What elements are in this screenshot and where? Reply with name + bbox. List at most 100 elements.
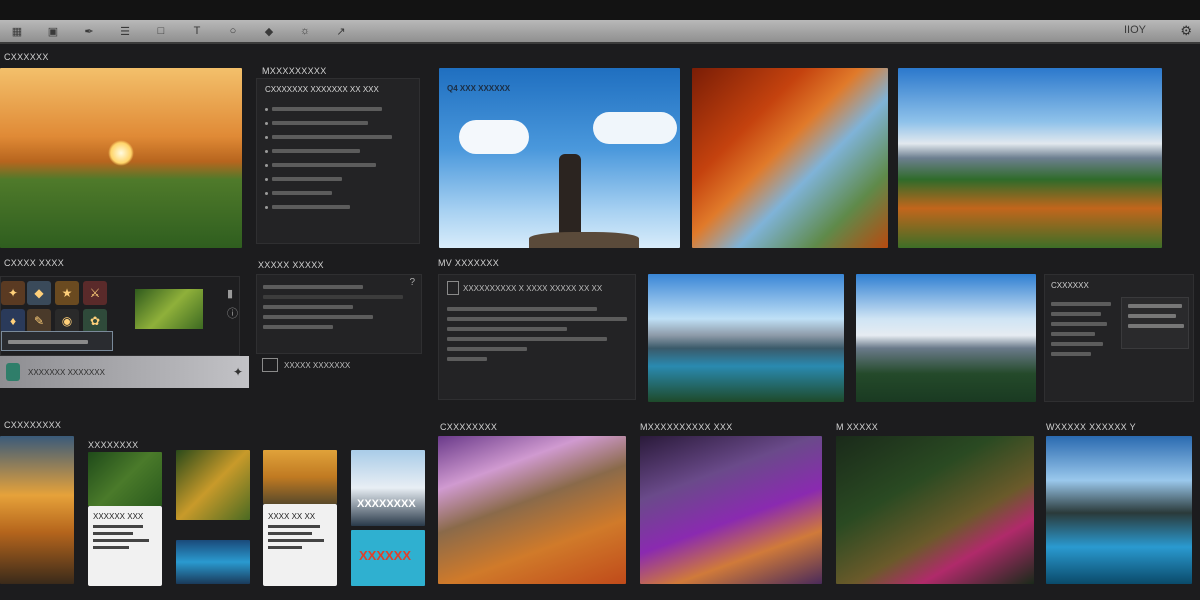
bullet <box>265 107 268 111</box>
cloud-shape <box>459 120 529 154</box>
thumbnail-sunset-meadow[interactable] <box>0 68 242 248</box>
potion-icon[interactable]: ◉ <box>55 309 79 333</box>
scroll-icon[interactable]: ✎ <box>27 309 51 333</box>
bullet <box>265 191 268 195</box>
thumbnail-mountain-lake[interactable] <box>648 274 844 402</box>
selection-box[interactable] <box>1 331 113 351</box>
filter-icon[interactable]: ◆ <box>258 25 280 38</box>
thumbnail-ocean[interactable] <box>176 540 250 584</box>
placeholder-line <box>1051 332 1095 336</box>
placeholder-line <box>1128 324 1184 328</box>
thumbnail-jungle[interactable] <box>88 452 162 506</box>
placeholder-line <box>263 315 373 319</box>
app-icon <box>6 363 20 381</box>
shield-icon[interactable]: ◆ <box>27 281 51 305</box>
thumbnail-game-banner[interactable]: XXXXXX <box>351 530 425 586</box>
options-box[interactable] <box>1121 297 1189 349</box>
info-panel: CXXXXXX <box>1044 274 1194 402</box>
thumbnail-golden-valley[interactable] <box>263 450 337 504</box>
placeholder-line <box>93 546 129 549</box>
thumbnail-forest-light[interactable] <box>176 450 250 520</box>
section-label-bottom-gallery-1: CXXXXXXXX <box>440 422 498 432</box>
section-label-gallery-mid: MV XXXXXXX <box>438 258 500 268</box>
list-item[interactable] <box>265 144 411 158</box>
details-heading: CXXXXXXX XXXXXXX XX XXX <box>265 85 379 94</box>
export-icon[interactable]: ↗ <box>330 25 352 38</box>
document-icon <box>447 281 459 295</box>
text-icon[interactable]: T <box>186 25 208 37</box>
list-item[interactable] <box>265 130 411 144</box>
adjust-icon[interactable]: ☼ <box>294 25 316 37</box>
preview-thumbnail[interactable] <box>135 289 203 329</box>
placeholder-line <box>272 121 368 125</box>
star-icon[interactable]: ★ <box>55 281 79 305</box>
content-card[interactable]: XXXXXX XXX <box>88 506 162 586</box>
content-card[interactable]: XXXX XX XX <box>263 504 337 586</box>
logo-text: XXXXXXXX <box>357 498 416 510</box>
placeholder-line <box>272 177 342 181</box>
shape-icon[interactable]: ○ <box>222 25 244 37</box>
leaf-icon[interactable]: ✿ <box>83 309 107 333</box>
placeholder-line <box>93 539 149 542</box>
placeholder-line <box>272 135 392 139</box>
image-icon[interactable]: ▣ <box>42 25 64 38</box>
fire-icon[interactable]: ✦ <box>1 281 25 305</box>
thumbnail-adventurer-sky[interactable]: Q4 XXX XXXXXX <box>439 68 680 248</box>
card-title: XXXXXX XXX <box>93 512 144 521</box>
list-item[interactable] <box>265 186 411 200</box>
list-item[interactable] <box>265 116 411 130</box>
brush-icon[interactable]: ✒ <box>78 25 100 38</box>
settings-icon[interactable]: ⚙ <box>1180 23 1192 39</box>
section-label-bottom-gallery-2: MXXXXXXXXXX XXX <box>640 422 733 432</box>
placeholder-line <box>447 307 597 311</box>
info-icon[interactable]: ⓘ <box>227 305 238 321</box>
thumbnail-alpine-valley[interactable] <box>898 68 1162 248</box>
placeholder-line <box>1051 302 1111 306</box>
banner-text: XXXXXX <box>359 548 412 563</box>
placeholder-line <box>263 285 363 289</box>
gem-icon[interactable]: ♦ <box>1 309 25 333</box>
placeholder-line <box>263 325 333 329</box>
adventurer-figure <box>559 154 581 238</box>
placeholder-line <box>1051 342 1103 346</box>
layers-icon[interactable]: ☰ <box>114 25 136 38</box>
toolbar-divider <box>0 42 1200 44</box>
sword-icon[interactable]: ⚔ <box>83 281 107 305</box>
search-bar[interactable]: XXXXXXX XXXXXXX ✦ <box>0 356 249 388</box>
sparkle-icon[interactable]: ✦ <box>233 365 243 379</box>
crop-icon[interactable]: □ <box>150 25 172 37</box>
list-item[interactable] <box>265 158 411 172</box>
list-item[interactable] <box>265 102 411 116</box>
card-title: XXXX XX XX <box>268 512 316 521</box>
thumbnail-game-logo[interactable]: XXXXXXXX <box>351 450 425 526</box>
list-item[interactable] <box>265 200 411 214</box>
grid-icon[interactable]: ▦ <box>6 25 28 38</box>
bullet <box>265 149 268 153</box>
thumbnail-glacier-lake[interactable] <box>1046 436 1192 584</box>
thumbnail-autumn-mountain[interactable] <box>692 68 888 248</box>
placeholder-line <box>447 317 627 321</box>
bullet <box>265 205 268 209</box>
thumbnail-snowy-peaks[interactable] <box>856 274 1036 402</box>
sun-shape <box>108 140 134 166</box>
metadata-heading-row: XXXXXXXXXX X XXXX XXXXX XX XX <box>447 281 627 295</box>
section-label-bottom-gallery-3: M XXXXX <box>836 422 879 432</box>
list-item[interactable] <box>265 172 411 186</box>
thumbnail-city-sunset[interactable] <box>0 436 74 584</box>
tools-panel: ✦ ◆ ★ ⚔ ♦ ✎ ◉ ✿ ▮ ⓘ <box>0 276 240 356</box>
placeholder-line <box>272 149 360 153</box>
info-panel-heading: CXXXXXX <box>1051 281 1089 290</box>
help-icon[interactable]: ? <box>409 277 415 288</box>
placeholder-line <box>272 205 350 209</box>
app-title: IIOY <box>1123 24 1146 36</box>
thumbnail-dark-forest[interactable] <box>836 436 1034 584</box>
thumbnail-violet-blossoms[interactable] <box>640 436 822 584</box>
bookmark-icon[interactable]: ▮ <box>227 287 233 300</box>
section-label-bottom-left: CXXXXXXXX <box>4 420 62 430</box>
action-row[interactable]: XXXXX XXXXXXX <box>262 358 350 372</box>
section-label-middle-top: MXXXXXXXXX <box>262 66 327 76</box>
thumbnail-purple-valley[interactable] <box>438 436 626 584</box>
placeholder-line <box>1128 314 1176 318</box>
placeholder-line <box>447 357 487 361</box>
rock-ledge <box>529 232 639 248</box>
